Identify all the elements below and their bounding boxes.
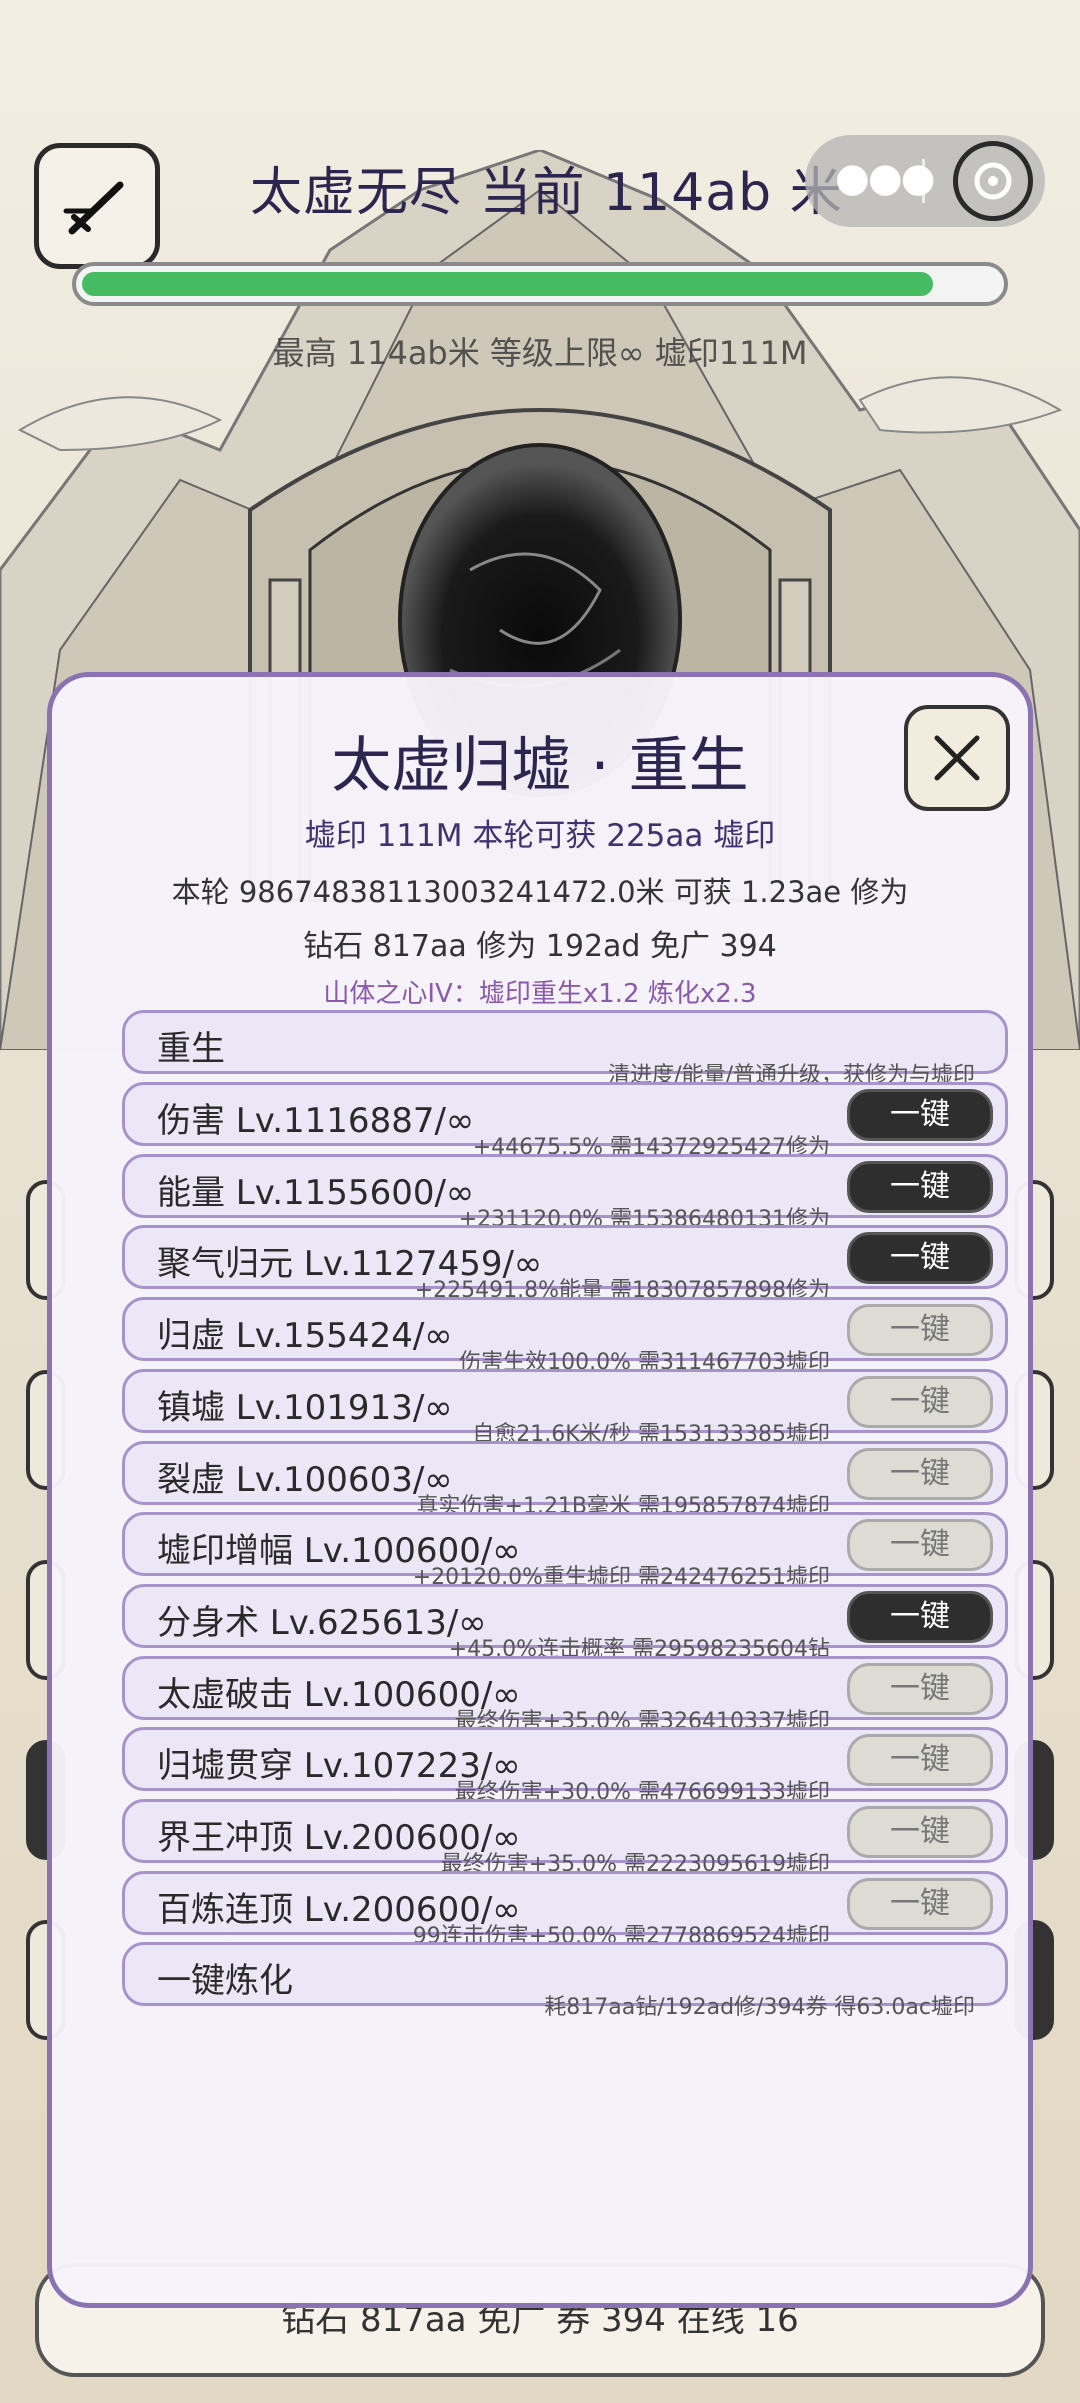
- upgrade-row: 界王冲顶 Lv.200600/∞ 最终伤害+35.0% 需2223095619墟印…: [122, 1799, 1008, 1877]
- upgrade-row: 百炼连顶 Lv.200600/∞ 99连击伤害+50.0% 需2778869524…: [122, 1870, 1008, 1949]
- one-click-upgrade-button[interactable]: 一键: [847, 1160, 993, 1213]
- upgrade-row: 聚气归元 Lv.1127459/∞ +225491.8%能量 需183078578…: [122, 1225, 1008, 1303]
- upgrade-row: 镇墟 Lv.101913/∞ 自愈21.6K米/秒 需153133385墟印 一键: [122, 1368, 1008, 1447]
- upgrade-row: 墟印增幅 Lv.100600/∞ +20120.0%重生墟印 需242476251…: [122, 1512, 1008, 1590]
- upgrade-name: 伤害 Lv.1116887/∞: [157, 1101, 475, 1141]
- sword-icon: [63, 181, 124, 235]
- rebirth-modal: 太虚归墟 · 重生 墟印 111M 本轮可获 225aa 墟印 本轮 98674…: [47, 672, 1033, 2308]
- one-click-upgrade-button[interactable]: 一键: [847, 1806, 993, 1858]
- upgrade-row: 太虚破击 Lv.100600/∞ 最终伤害+35.0% 需326410337墟印一…: [122, 1655, 1008, 1734]
- close-icon: [934, 735, 980, 781]
- one-click-upgrade-button[interactable]: 一键: [847, 1877, 993, 1930]
- upgrade-row: 归虚 Lv.155424/∞ 伤害生效100.0% 需311467703墟印 一键: [122, 1297, 1008, 1375]
- rebirth-label: 重生: [157, 1029, 225, 1069]
- refine-desc: 耗817aa钻/192ad修/394券 得63.0ac墟印: [544, 1995, 975, 2021]
- upgrade-name: 分身术 Lv.625613/∞: [157, 1602, 487, 1643]
- one-click-upgrade-button[interactable]: 一键: [847, 1304, 993, 1357]
- currency-summary: 钻石 817aa 修为 192ad 免广 394: [303, 929, 777, 964]
- one-click-upgrade-button[interactable]: 一键: [847, 1519, 993, 1572]
- upgrade-row: 分身术 Lv.625613/∞ +45.0%连击概率 需29598235604钻一…: [122, 1583, 1008, 1662]
- rebirth-row[interactable]: 重生 清进度/能量/普通升级，获修为与墟印: [122, 1010, 1008, 1088]
- one-click-upgrade-button[interactable]: 一键: [847, 1734, 993, 1787]
- capsule-divider: [922, 159, 925, 203]
- seal-summary: 墟印 111M 本轮可获 225aa 墟印: [304, 818, 776, 854]
- upgrade-name: 裂虚 Lv.100603/∞: [157, 1459, 453, 1500]
- auto-attack-button[interactable]: [34, 143, 160, 269]
- refine-row[interactable]: 一键炼化 耗817aa钻/192ad修/394券 得63.0ac墟印: [122, 1942, 1008, 2020]
- page-title: 太虚无尽 当前 114ab 米: [250, 163, 843, 223]
- refine-label: 一键炼化: [157, 1961, 293, 2002]
- upgrade-row: 能量 Lv.1155600/∞ +231120.0% 需15386480131修为…: [122, 1153, 1008, 1232]
- upgrade-name: 归虚 Lv.155424/∞: [157, 1316, 453, 1357]
- more-dots-icon[interactable]: ●●●: [835, 155, 936, 201]
- one-click-upgrade-button[interactable]: 一键: [847, 1590, 993, 1643]
- round-gain-summary: 本轮 98674838113003241472.0米 可获 1.23ae 修为: [171, 875, 909, 909]
- upgrade-row: 归墟贯穿 Lv.107223/∞ 最终伤害+30.0% 需476699133墟印一…: [122, 1727, 1008, 1805]
- one-click-upgrade-button[interactable]: 一键: [847, 1662, 993, 1715]
- progress-fill: [82, 272, 934, 296]
- modal-title: 太虚归墟 · 重生: [331, 731, 749, 801]
- close-button[interactable]: [904, 705, 1010, 811]
- upgrade-name: 能量 Lv.1155600/∞: [157, 1172, 475, 1213]
- one-click-upgrade-button[interactable]: 一键: [847, 1089, 993, 1141]
- upgrade-name: 镇墟 Lv.101913/∞: [157, 1387, 453, 1428]
- upgrade-row: 伤害 Lv.1116887/∞ +44675.5% 需14372925427修为一…: [122, 1082, 1008, 1160]
- upgrade-row: 裂虚 Lv.100603/∞ 真实伤害+1.21B毫米 需195857874墟印一…: [122, 1440, 1008, 1519]
- mini-program-capsule: ●●●: [805, 135, 1045, 227]
- target-circle-icon[interactable]: [953, 141, 1033, 221]
- distance-progress-bar: [72, 262, 1008, 306]
- one-click-upgrade-button[interactable]: 一键: [847, 1447, 993, 1500]
- record-info: 最高 114ab米 等级上限∞ 墟印111M: [272, 334, 808, 372]
- one-click-upgrade-button[interactable]: 一键: [847, 1232, 993, 1285]
- one-click-upgrade-button[interactable]: 一键: [847, 1375, 993, 1428]
